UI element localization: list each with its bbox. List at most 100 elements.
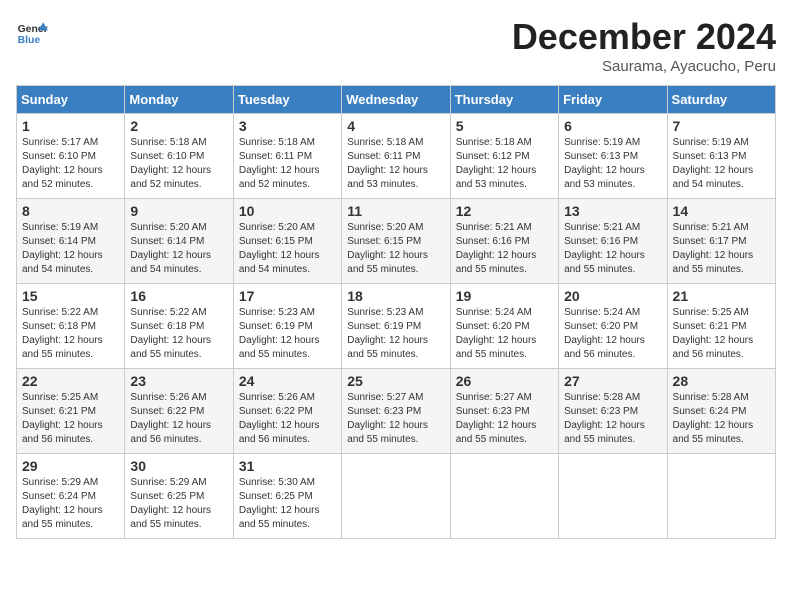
day-number: 2 (130, 118, 227, 134)
table-row: 12 Sunrise: 5:21 AM Sunset: 6:16 PM Dayl… (450, 199, 558, 284)
day-info: Sunrise: 5:24 AM Sunset: 6:20 PM Dayligh… (456, 307, 537, 360)
table-row: 9 Sunrise: 5:20 AM Sunset: 6:14 PM Dayli… (125, 199, 233, 284)
day-info: Sunrise: 5:25 AM Sunset: 6:21 PM Dayligh… (673, 307, 754, 360)
logo: General Blue (16, 16, 48, 48)
day-info: Sunrise: 5:19 AM Sunset: 6:14 PM Dayligh… (22, 222, 103, 275)
day-number: 27 (564, 373, 661, 389)
day-info: Sunrise: 5:19 AM Sunset: 6:13 PM Dayligh… (673, 137, 754, 190)
day-info: Sunrise: 5:22 AM Sunset: 6:18 PM Dayligh… (22, 307, 103, 360)
day-info: Sunrise: 5:19 AM Sunset: 6:13 PM Dayligh… (564, 137, 645, 190)
day-info: Sunrise: 5:25 AM Sunset: 6:21 PM Dayligh… (22, 392, 103, 445)
logo-icon: General Blue (16, 16, 48, 48)
day-info: Sunrise: 5:20 AM Sunset: 6:14 PM Dayligh… (130, 222, 211, 275)
table-row: 6 Sunrise: 5:19 AM Sunset: 6:13 PM Dayli… (559, 114, 667, 199)
table-row: 2 Sunrise: 5:18 AM Sunset: 6:10 PM Dayli… (125, 114, 233, 199)
day-info: Sunrise: 5:20 AM Sunset: 6:15 PM Dayligh… (347, 222, 428, 275)
calendar-row: 29 Sunrise: 5:29 AM Sunset: 6:24 PM Dayl… (17, 454, 776, 539)
col-friday: Friday (559, 86, 667, 114)
day-number: 10 (239, 203, 336, 219)
calendar-row: 1 Sunrise: 5:17 AM Sunset: 6:10 PM Dayli… (17, 114, 776, 199)
day-number: 23 (130, 373, 227, 389)
day-info: Sunrise: 5:28 AM Sunset: 6:23 PM Dayligh… (564, 392, 645, 445)
calendar-row: 8 Sunrise: 5:19 AM Sunset: 6:14 PM Dayli… (17, 199, 776, 284)
table-row (667, 454, 775, 539)
day-number: 29 (22, 458, 119, 474)
table-row (342, 454, 450, 539)
day-number: 6 (564, 118, 661, 134)
day-number: 1 (22, 118, 119, 134)
table-row: 30 Sunrise: 5:29 AM Sunset: 6:25 PM Dayl… (125, 454, 233, 539)
table-row: 31 Sunrise: 5:30 AM Sunset: 6:25 PM Dayl… (233, 454, 341, 539)
day-info: Sunrise: 5:18 AM Sunset: 6:12 PM Dayligh… (456, 137, 537, 190)
day-number: 12 (456, 203, 553, 219)
table-row: 15 Sunrise: 5:22 AM Sunset: 6:18 PM Dayl… (17, 284, 125, 369)
col-saturday: Saturday (667, 86, 775, 114)
day-number: 21 (673, 288, 770, 304)
day-info: Sunrise: 5:21 AM Sunset: 6:16 PM Dayligh… (456, 222, 537, 275)
day-number: 20 (564, 288, 661, 304)
table-row: 10 Sunrise: 5:20 AM Sunset: 6:15 PM Dayl… (233, 199, 341, 284)
day-info: Sunrise: 5:26 AM Sunset: 6:22 PM Dayligh… (239, 392, 320, 445)
table-row (559, 454, 667, 539)
day-info: Sunrise: 5:18 AM Sunset: 6:11 PM Dayligh… (239, 137, 320, 190)
col-monday: Monday (125, 86, 233, 114)
table-row: 28 Sunrise: 5:28 AM Sunset: 6:24 PM Dayl… (667, 369, 775, 454)
table-row: 5 Sunrise: 5:18 AM Sunset: 6:12 PM Dayli… (450, 114, 558, 199)
day-info: Sunrise: 5:20 AM Sunset: 6:15 PM Dayligh… (239, 222, 320, 275)
table-row: 26 Sunrise: 5:27 AM Sunset: 6:23 PM Dayl… (450, 369, 558, 454)
day-number: 18 (347, 288, 444, 304)
table-row: 17 Sunrise: 5:23 AM Sunset: 6:19 PM Dayl… (233, 284, 341, 369)
day-number: 4 (347, 118, 444, 134)
table-row: 25 Sunrise: 5:27 AM Sunset: 6:23 PM Dayl… (342, 369, 450, 454)
day-number: 28 (673, 373, 770, 389)
col-thursday: Thursday (450, 86, 558, 114)
day-number: 7 (673, 118, 770, 134)
table-row: 3 Sunrise: 5:18 AM Sunset: 6:11 PM Dayli… (233, 114, 341, 199)
day-number: 30 (130, 458, 227, 474)
col-sunday: Sunday (17, 86, 125, 114)
day-info: Sunrise: 5:21 AM Sunset: 6:16 PM Dayligh… (564, 222, 645, 275)
table-row: 20 Sunrise: 5:24 AM Sunset: 6:20 PM Dayl… (559, 284, 667, 369)
day-info: Sunrise: 5:24 AM Sunset: 6:20 PM Dayligh… (564, 307, 645, 360)
day-number: 19 (456, 288, 553, 304)
day-number: 24 (239, 373, 336, 389)
table-row: 24 Sunrise: 5:26 AM Sunset: 6:22 PM Dayl… (233, 369, 341, 454)
day-number: 8 (22, 203, 119, 219)
calendar-row: 22 Sunrise: 5:25 AM Sunset: 6:21 PM Dayl… (17, 369, 776, 454)
day-info: Sunrise: 5:27 AM Sunset: 6:23 PM Dayligh… (347, 392, 428, 445)
day-info: Sunrise: 5:28 AM Sunset: 6:24 PM Dayligh… (673, 392, 754, 445)
svg-text:Blue: Blue (18, 35, 41, 46)
day-info: Sunrise: 5:18 AM Sunset: 6:11 PM Dayligh… (347, 137, 428, 190)
day-number: 25 (347, 373, 444, 389)
table-row: 4 Sunrise: 5:18 AM Sunset: 6:11 PM Dayli… (342, 114, 450, 199)
day-number: 14 (673, 203, 770, 219)
day-number: 26 (456, 373, 553, 389)
table-row: 7 Sunrise: 5:19 AM Sunset: 6:13 PM Dayli… (667, 114, 775, 199)
day-info: Sunrise: 5:21 AM Sunset: 6:17 PM Dayligh… (673, 222, 754, 275)
table-row: 18 Sunrise: 5:23 AM Sunset: 6:19 PM Dayl… (342, 284, 450, 369)
day-info: Sunrise: 5:17 AM Sunset: 6:10 PM Dayligh… (22, 137, 103, 190)
day-number: 15 (22, 288, 119, 304)
table-row: 29 Sunrise: 5:29 AM Sunset: 6:24 PM Dayl… (17, 454, 125, 539)
day-number: 13 (564, 203, 661, 219)
calendar-table: Sunday Monday Tuesday Wednesday Thursday… (16, 85, 776, 539)
header-row: Sunday Monday Tuesday Wednesday Thursday… (17, 86, 776, 114)
day-number: 5 (456, 118, 553, 134)
title-area: December 2024 Saurama, Ayacucho, Peru (512, 16, 776, 75)
table-row: 8 Sunrise: 5:19 AM Sunset: 6:14 PM Dayli… (17, 199, 125, 284)
day-info: Sunrise: 5:30 AM Sunset: 6:25 PM Dayligh… (239, 477, 320, 530)
day-info: Sunrise: 5:23 AM Sunset: 6:19 PM Dayligh… (347, 307, 428, 360)
month-title: December 2024 (512, 16, 776, 58)
day-number: 22 (22, 373, 119, 389)
day-number: 16 (130, 288, 227, 304)
table-row: 13 Sunrise: 5:21 AM Sunset: 6:16 PM Dayl… (559, 199, 667, 284)
col-wednesday: Wednesday (342, 86, 450, 114)
table-row: 23 Sunrise: 5:26 AM Sunset: 6:22 PM Dayl… (125, 369, 233, 454)
day-info: Sunrise: 5:29 AM Sunset: 6:24 PM Dayligh… (22, 477, 103, 530)
table-row: 1 Sunrise: 5:17 AM Sunset: 6:10 PM Dayli… (17, 114, 125, 199)
day-number: 9 (130, 203, 227, 219)
day-number: 17 (239, 288, 336, 304)
table-row: 16 Sunrise: 5:22 AM Sunset: 6:18 PM Dayl… (125, 284, 233, 369)
table-row: 11 Sunrise: 5:20 AM Sunset: 6:15 PM Dayl… (342, 199, 450, 284)
day-info: Sunrise: 5:23 AM Sunset: 6:19 PM Dayligh… (239, 307, 320, 360)
